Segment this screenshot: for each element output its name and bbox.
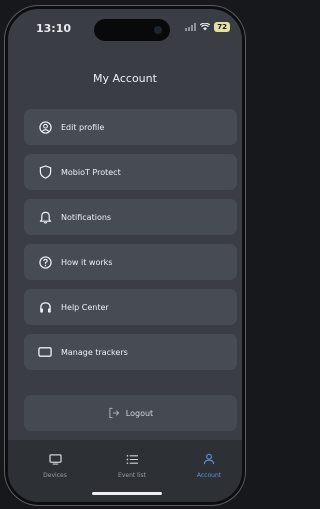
headphones-icon: [37, 299, 53, 315]
logout-button[interactable]: Logout: [24, 395, 237, 431]
tracker-icon: [37, 344, 53, 360]
tab-label: Event list: [118, 472, 146, 479]
user-circle-icon: [37, 119, 53, 135]
logout-label: Logout: [125, 408, 154, 418]
menu-item-manage-trackers[interactable]: Manage trackers: [24, 334, 237, 370]
list-icon: [126, 450, 139, 469]
account-icon: [203, 450, 215, 469]
menu-item-help-center[interactable]: Help Center: [24, 289, 237, 325]
help-circle-icon: [37, 254, 53, 270]
camera-icon: [154, 26, 162, 34]
menu-item-label: Edit profile: [61, 122, 105, 132]
tab-event-list[interactable]: Event list: [97, 450, 167, 479]
menu-item-edit-profile[interactable]: Edit profile: [24, 109, 237, 145]
menu-item-label: Help Center: [61, 302, 109, 312]
status-time: 13:10: [36, 22, 72, 35]
signal-icon: [185, 23, 197, 31]
tab-devices[interactable]: Devices: [20, 450, 90, 479]
page-title: My Account: [93, 72, 157, 85]
menu-item-label: Manage trackers: [61, 347, 128, 357]
tab-label: Devices: [43, 472, 67, 479]
dynamic-island: [94, 19, 170, 41]
menu-item-label: How it works: [61, 257, 113, 267]
home-indicator: [92, 492, 162, 495]
logout-icon: [108, 404, 120, 423]
menu-item-label: MobioT Protect: [61, 167, 121, 177]
menu-item-mobiot-protect[interactable]: MobioT Protect: [24, 154, 237, 190]
system-icons: 72: [185, 22, 230, 32]
battery-indicator: 72: [214, 22, 230, 32]
shield-icon: [37, 164, 53, 180]
tab-label: Account: [196, 472, 222, 479]
menu-item-notifications[interactable]: Notifications: [24, 199, 237, 235]
wifi-icon: [200, 23, 211, 31]
menu-item-label: Notifications: [61, 212, 112, 222]
tab-account[interactable]: Account: [174, 450, 242, 479]
bell-icon: [37, 209, 53, 225]
devices-icon: [48, 450, 62, 469]
menu-item-how-it-works[interactable]: How it works: [24, 244, 237, 280]
tab-bar: Devices Event list Account: [8, 440, 242, 502]
status-bar: 13:10 72: [8, 9, 242, 43]
phone-frame: 13:10 72 My Account Edit profile MobioT …: [5, 6, 245, 505]
